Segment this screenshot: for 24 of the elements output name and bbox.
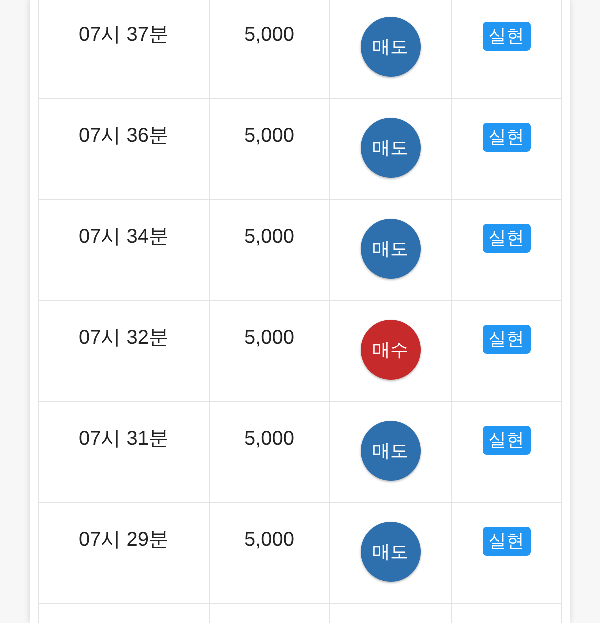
status-badge: 실현 <box>482 325 530 354</box>
amount-text: 5,000 <box>244 427 295 452</box>
time-text: 07시 32분 <box>78 326 170 351</box>
amount-text: 5,000 <box>244 23 295 48</box>
trade-side-badge: 매도 <box>360 17 420 77</box>
amount-text: 5,000 <box>244 528 295 553</box>
time-text: 07시 37분 <box>78 23 170 48</box>
status-badge: 실현 <box>482 224 530 253</box>
trade-side-badge: 매도 <box>360 522 420 582</box>
trade-side-badge: 매도 <box>360 118 420 178</box>
time-text: 07시 31분 <box>78 427 170 452</box>
time-text: 07시 36분 <box>78 124 170 149</box>
status-badge: 실현 <box>482 22 530 51</box>
time-text: 07시 34분 <box>78 225 170 250</box>
trade-side-badge: 매수 <box>360 320 420 380</box>
trade-side-badge: 매도 <box>360 421 420 481</box>
status-badge: 실현 <box>482 527 530 556</box>
status-badge: 실현 <box>482 123 530 152</box>
amount-text: 5,000 <box>244 225 295 250</box>
amount-text: 5,000 <box>244 326 295 351</box>
status-badge: 실현 <box>482 426 530 455</box>
amount-text: 5,000 <box>244 124 295 149</box>
time-text: 07시 29분 <box>78 528 170 553</box>
trade-side-badge: 매도 <box>360 219 420 279</box>
